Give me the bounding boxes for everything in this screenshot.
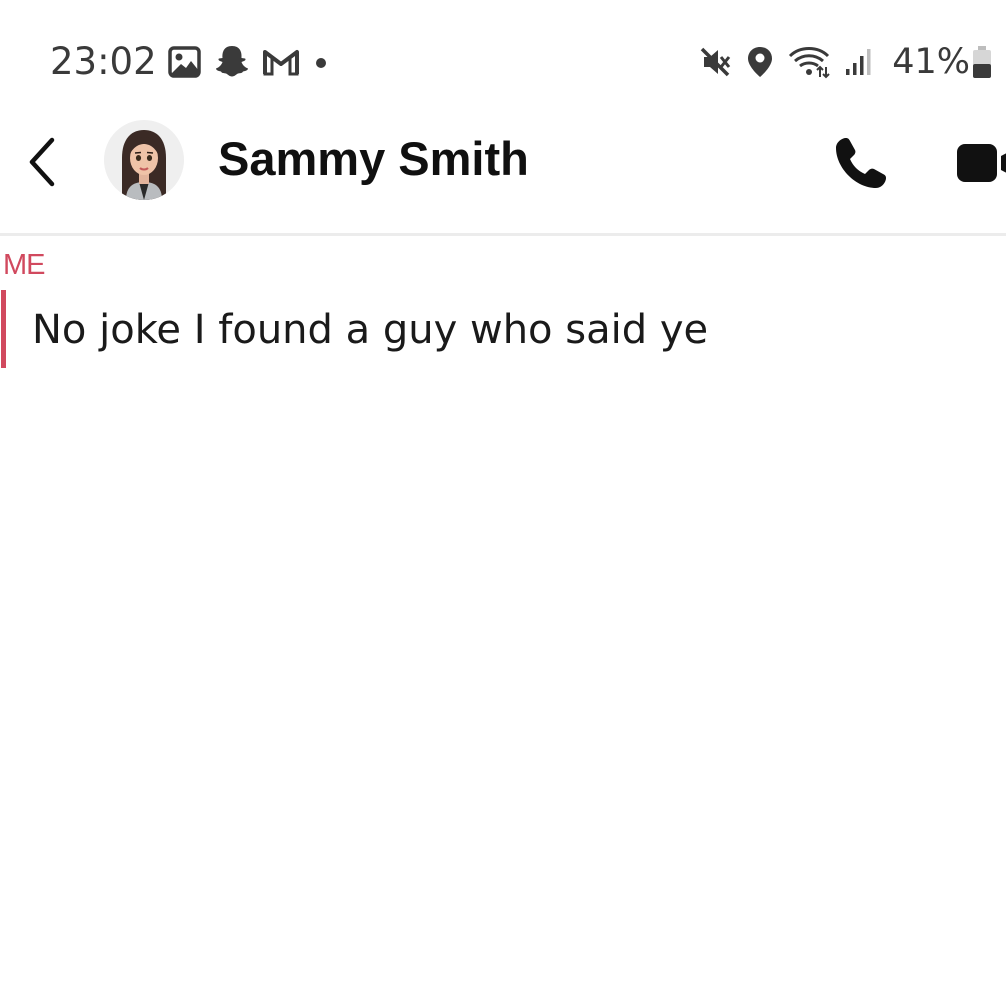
message-sender-label: ME <box>3 249 45 281</box>
contact-avatar[interactable] <box>104 120 184 200</box>
back-button[interactable] <box>22 134 62 190</box>
mute-icon <box>698 45 732 79</box>
chevron-left-icon <box>29 137 55 187</box>
status-icons-right: 41% <box>698 40 992 84</box>
location-icon <box>746 45 774 79</box>
signal-icon <box>844 47 874 77</box>
snapchat-ghost-icon <box>213 43 251 81</box>
status-icons-left <box>168 42 331 82</box>
wifi-icon <box>788 45 830 79</box>
video-camera-icon <box>957 144 1006 182</box>
notification-dot-icon <box>311 52 331 72</box>
video-call-button[interactable] <box>954 140 1006 186</box>
status-time: 23:02 <box>50 40 157 83</box>
phone-icon <box>836 138 886 188</box>
chat-header: Sammy Smith <box>0 100 1006 236</box>
contact-name[interactable]: Sammy Smith <box>218 128 529 190</box>
message-accent-bar <box>1 290 6 368</box>
battery-icon <box>972 45 992 79</box>
message-text[interactable]: No joke I found a guy who said ye <box>32 302 708 358</box>
battery-percentage: 41% <box>892 42 970 82</box>
gallery-icon <box>168 45 202 79</box>
bitmoji-avatar-icon <box>104 120 184 200</box>
gmail-icon <box>262 47 300 77</box>
call-button[interactable] <box>832 134 890 192</box>
